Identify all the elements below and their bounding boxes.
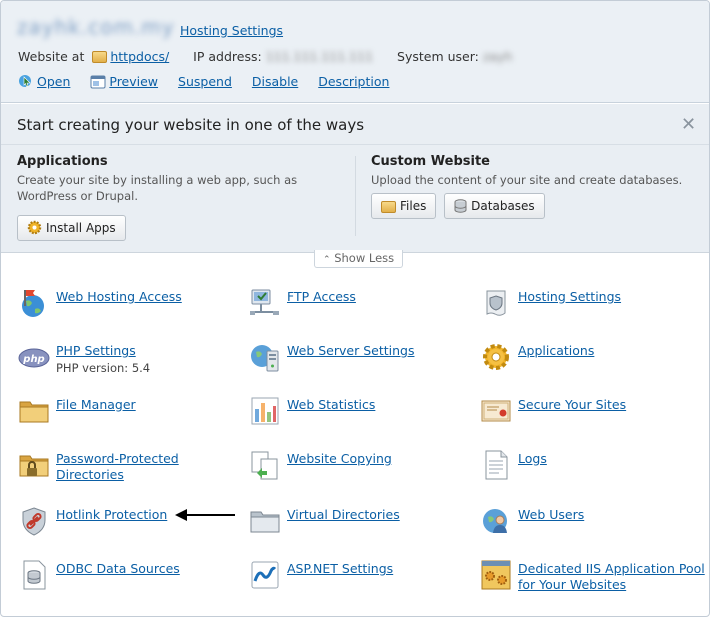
- website-at-label: Website at: [18, 49, 85, 64]
- website-actions: Open Preview Suspend Disable Description: [18, 73, 405, 89]
- certificate-icon: [481, 400, 511, 422]
- database-icon: [454, 199, 467, 213]
- preview-link[interactable]: Preview: [109, 74, 158, 89]
- web-hosting-access-link[interactable]: Web Hosting Access: [56, 289, 182, 304]
- aspnet-icon: [251, 561, 279, 589]
- svg-text:php: php: [22, 354, 44, 365]
- install-apps-button[interactable]: Install Apps: [17, 215, 126, 241]
- databases-button[interactable]: Databases: [444, 193, 545, 219]
- system-user-label: System user:: [397, 49, 479, 64]
- odbc-data-sources-link[interactable]: ODBC Data Sources: [56, 561, 180, 576]
- empty-folder-icon: [250, 511, 280, 533]
- chevron-up-icon: ⌃: [323, 255, 331, 265]
- globe-flag-icon: [22, 290, 44, 317]
- locked-folder-icon: [19, 455, 49, 477]
- file-manager-link[interactable]: File Manager: [56, 397, 136, 412]
- disable-link[interactable]: Disable: [252, 74, 298, 89]
- open-link[interactable]: Open: [37, 74, 70, 89]
- httpdocs-link[interactable]: httpdocs/: [110, 49, 169, 64]
- copy-pages-icon: [251, 451, 278, 480]
- website-copying-link[interactable]: Website Copying: [287, 451, 392, 466]
- applications-column: Applications Create your site by install…: [17, 154, 347, 241]
- folder-icon: [92, 51, 108, 63]
- folder-icon: [19, 401, 49, 423]
- applications-heading: Applications: [17, 154, 108, 169]
- hotlink-protection-link[interactable]: Hotlink Protection: [56, 507, 167, 522]
- custom-website-column: Custom Website Upload the content of you…: [371, 154, 691, 219]
- virtual-directories-link[interactable]: Virtual Directories: [287, 507, 400, 522]
- gear-icon: [483, 344, 509, 370]
- pointer-arrow: [175, 509, 235, 521]
- applications-description: Create your site by installing a web app…: [17, 173, 298, 203]
- open-icon: [19, 75, 31, 87]
- secure-your-sites-link[interactable]: Secure Your Sites: [518, 397, 626, 412]
- scroll-shield-icon: [486, 290, 506, 316]
- user-globe-icon: [483, 509, 507, 533]
- php-version-text: PHP version: 5.4: [56, 361, 151, 375]
- domain-name: zayhk.com.my: [17, 15, 175, 39]
- custom-website-heading: Custom Website: [371, 154, 490, 169]
- gear-icon: [27, 220, 42, 235]
- php-settings-link[interactable]: PHP Settings: [56, 343, 136, 358]
- custom-website-description: Upload the content of your site and crea…: [371, 173, 683, 187]
- database-document-icon: [23, 560, 46, 590]
- log-document-icon: [485, 450, 508, 480]
- column-separator: [355, 156, 356, 236]
- show-less-label: Show Less: [334, 251, 395, 265]
- hosting-settings-link[interactable]: Hosting Settings: [180, 23, 283, 38]
- show-less-toggle[interactable]: ⌃ Show Less: [314, 250, 404, 268]
- website-info-row: Website at httpdocs/ IP address: 111.111…: [18, 49, 512, 64]
- bar-chart-icon: [251, 397, 279, 425]
- password-protected-directories-link[interactable]: Password-Protected Directories: [56, 451, 179, 482]
- close-icon[interactable]: ✕: [681, 114, 696, 135]
- applications-link[interactable]: Applications: [518, 343, 594, 358]
- dedicated-iis-pool-link[interactable]: Dedicated IIS Application Pool for Your …: [518, 561, 705, 592]
- description-link[interactable]: Description: [318, 74, 389, 89]
- ip-address-label: IP address:: [193, 49, 262, 64]
- divider: [1, 144, 709, 145]
- logs-link[interactable]: Logs: [518, 451, 547, 466]
- ip-address-value: 111.111.111.111: [265, 49, 374, 64]
- ftp-network-icon: [250, 289, 279, 315]
- folder-icon: [381, 201, 396, 213]
- install-apps-label: Install Apps: [46, 221, 116, 235]
- preview-icon: [90, 75, 106, 89]
- files-label: Files: [400, 199, 427, 213]
- chain-shield-icon: [22, 507, 46, 536]
- system-user-value: zayh: [482, 49, 513, 64]
- suspend-link[interactable]: Suspend: [178, 74, 232, 89]
- website-creation-panel: Start creating your website in one of th…: [1, 104, 709, 253]
- promo-title: Start creating your website in one of th…: [17, 116, 365, 134]
- aspnet-settings-link[interactable]: ASP.NET Settings: [287, 561, 393, 576]
- web-users-link[interactable]: Web Users: [518, 507, 584, 522]
- subscription-header: zayhk.com.my Hosting Settings Website at…: [1, 1, 709, 103]
- databases-label: Databases: [471, 199, 535, 213]
- web-statistics-link[interactable]: Web Statistics: [287, 397, 375, 412]
- web-server-settings-link[interactable]: Web Server Settings: [287, 343, 414, 358]
- hosting-panel: zayhk.com.my Hosting Settings Website at…: [0, 0, 710, 617]
- hosting-settings-tool-link[interactable]: Hosting Settings: [518, 289, 621, 304]
- iis-pool-icon: [481, 560, 511, 590]
- web-server-icon: [251, 345, 279, 372]
- ftp-access-link[interactable]: FTP Access: [287, 289, 356, 304]
- php-icon: php: [18, 348, 50, 368]
- files-button[interactable]: Files: [371, 193, 437, 219]
